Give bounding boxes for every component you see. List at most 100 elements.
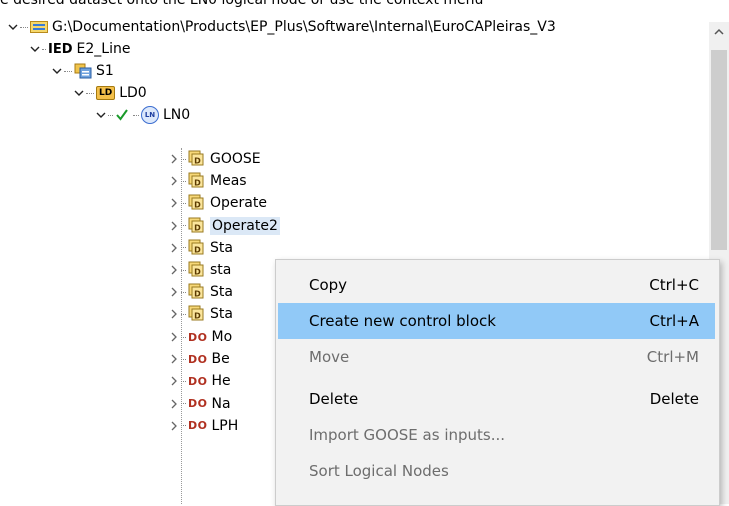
tree-connector xyxy=(181,358,186,360)
server-label: S1 xyxy=(96,63,114,79)
menu-item-import-goose-as-inputs[interactable]: Import GOOSE as inputs... xyxy=(278,417,715,453)
svg-text:D: D xyxy=(194,201,201,210)
tree-node-dataset[interactable]: D Sta xyxy=(167,303,233,325)
chevron-down-icon[interactable] xyxy=(50,64,64,78)
dataset-label: sta xyxy=(210,262,232,278)
chevron-right-icon[interactable] xyxy=(167,241,181,255)
dataset-label: Sta xyxy=(210,239,233,256)
menu-item-label: Create new control block xyxy=(309,312,496,330)
chevron-right-icon[interactable] xyxy=(167,397,181,411)
chevron-right-icon[interactable] xyxy=(167,374,181,388)
tree-connector xyxy=(181,425,186,427)
chevron-right-icon[interactable] xyxy=(167,419,181,433)
tree-node-root[interactable]: G:\Documentation\Products\EP_Plus\Softwa… xyxy=(6,16,556,38)
dataset-label: Sta xyxy=(210,284,233,301)
tree-connector xyxy=(181,380,186,382)
chevron-right-icon[interactable] xyxy=(167,174,181,188)
chevron-right-icon[interactable] xyxy=(167,263,181,277)
dataset-label: Meas xyxy=(210,173,247,190)
chevron-right-icon[interactable] xyxy=(167,330,181,344)
chevron-right-icon[interactable] xyxy=(167,152,181,166)
dataset-label: Operate xyxy=(210,195,267,212)
tree-node-data-object[interactable]: DO LPH xyxy=(167,415,238,437)
data-object-label: Na xyxy=(211,395,231,412)
chevron-down-icon[interactable] xyxy=(6,20,20,34)
tree-node-data-object[interactable]: DO Mo xyxy=(167,326,232,348)
menu-item-copy[interactable]: Copy Ctrl+C xyxy=(278,267,715,303)
chevron-right-icon[interactable] xyxy=(167,196,181,210)
data-object-tag: DO xyxy=(188,397,208,411)
tree-node-dataset[interactable]: D Meas xyxy=(167,170,247,192)
scroll-up-icon[interactable] xyxy=(709,24,729,40)
tree-connector xyxy=(181,158,186,160)
menu-item-shortcut: Ctrl+C xyxy=(649,276,699,294)
scrollbar-thumb[interactable] xyxy=(711,50,727,250)
svg-text:D: D xyxy=(194,245,201,254)
dataset-icon: D xyxy=(188,261,206,279)
tree-connector xyxy=(181,225,186,227)
menu-item-shortcut: Delete xyxy=(649,390,699,408)
menu-item-sort-logical-nodes[interactable]: Sort Logical Nodes xyxy=(278,453,715,489)
tree-node-data-object[interactable]: DO Na xyxy=(167,393,231,415)
tree-connector xyxy=(64,70,72,72)
chevron-right-icon[interactable] xyxy=(167,307,181,321)
tree-node-ied[interactable]: IED E2_Line xyxy=(28,38,130,60)
chevron-right-icon[interactable] xyxy=(167,352,181,366)
menu-item-delete[interactable]: Delete Delete xyxy=(278,381,715,417)
data-object-label: LPH xyxy=(211,417,239,434)
chevron-down-icon[interactable] xyxy=(94,108,108,122)
tree-connector xyxy=(181,291,186,293)
dataset-icon: D xyxy=(188,150,206,168)
tree-node-dataset[interactable]: Dsta xyxy=(167,259,231,281)
dataset-icon: D xyxy=(188,194,206,212)
tree-node-ld0[interactable]: LD LD0 xyxy=(72,82,147,104)
svg-text:D: D xyxy=(194,268,201,277)
tree-connector xyxy=(181,269,186,271)
data-object-label: He xyxy=(211,373,231,390)
tree-node-dataset[interactable]: D Sta xyxy=(167,237,233,259)
menu-item-shortcut: Ctrl+A xyxy=(649,312,699,330)
dataset-icon: D xyxy=(188,217,206,235)
server-icon xyxy=(74,63,92,79)
tree-node-data-object[interactable]: DO He xyxy=(167,370,231,392)
dataset-icon: D xyxy=(188,283,206,301)
tree-connector xyxy=(181,180,186,182)
svg-text:D: D xyxy=(194,223,201,232)
tree-connector xyxy=(20,26,28,28)
tree-connector xyxy=(181,202,186,204)
data-object-tag: DO xyxy=(188,374,208,388)
tree-node-dataset[interactable]: D GOOSE xyxy=(167,148,261,170)
tree-node-data-object[interactable]: DO Be xyxy=(167,348,230,370)
chevron-down-icon[interactable] xyxy=(72,86,86,100)
chevron-right-icon[interactable] xyxy=(167,219,181,233)
tree-connector xyxy=(133,114,139,116)
ied-tag: IED xyxy=(48,41,73,57)
tree-node-dataset[interactable]: D Operate2 xyxy=(167,215,280,237)
menu-item-label: Copy xyxy=(309,276,348,294)
menu-item-label: Delete xyxy=(309,390,359,408)
tree-node-ln0[interactable]: LN LN0 xyxy=(94,104,190,126)
tree-node-dataset[interactable]: D Sta xyxy=(167,281,233,303)
menu-item-label: Move xyxy=(309,348,350,366)
ld-label: LD0 xyxy=(119,85,147,101)
chevron-down-icon[interactable] xyxy=(28,42,42,56)
dataset-icon: D xyxy=(188,172,206,190)
root-path-label: G:\Documentation\Products\EP_Plus\Softwa… xyxy=(52,19,556,35)
tree-connector xyxy=(181,336,186,338)
logical-device-icon: LD xyxy=(96,86,116,100)
svg-text:D: D xyxy=(194,157,201,166)
menu-item-label: Import GOOSE as inputs... xyxy=(309,426,506,444)
dataset-label: Operate2 xyxy=(210,216,280,235)
menu-item-move[interactable]: Move Ctrl+M xyxy=(278,339,715,375)
tree-node-dataset[interactable]: D Operate xyxy=(167,192,267,214)
tree-node-s1[interactable]: S1 xyxy=(50,60,114,82)
dataset-label: Sta xyxy=(210,306,233,323)
dataset-icon: D xyxy=(188,239,206,257)
chevron-right-icon[interactable] xyxy=(167,285,181,299)
menu-item-create-new-control-block[interactable]: Create new control block Ctrl+A xyxy=(278,303,715,339)
data-object-tag: DO xyxy=(188,352,208,366)
context-menu: Copy Ctrl+C Create new control block Ctrl+A… xyxy=(275,259,720,506)
ln-label: LN0 xyxy=(163,107,191,123)
ied-name-label: E2_Line xyxy=(76,41,131,57)
checkmark-icon[interactable] xyxy=(115,108,129,122)
